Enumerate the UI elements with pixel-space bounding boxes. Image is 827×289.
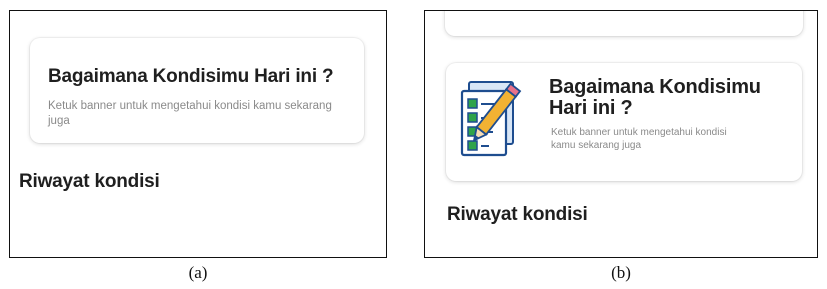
- figure-caption-a: (a): [188, 263, 208, 282]
- screenshot-panel-a: Bagaimana Kondisimu Hari ini ? Ketuk ban…: [9, 10, 387, 258]
- previous-card: [445, 11, 803, 36]
- banner-subtitle: Ketuk banner untuk mengetahui kondisi ka…: [48, 100, 332, 127]
- condition-history-heading: Riwayat kondisi: [19, 171, 160, 192]
- condition-check-banner[interactable]: Bagaimana Kondisimu Hari ini ? Ketuk ban…: [30, 38, 364, 143]
- banner-title: Bagaimana Kondisimu Hari ini ?: [549, 76, 761, 119]
- banner-title: Bagaimana Kondisimu Hari ini ?: [48, 66, 334, 87]
- condition-check-banner[interactable]: Bagaimana Kondisimu Hari ini ? Ketuk ban…: [446, 63, 802, 181]
- condition-history-heading: Riwayat kondisi: [447, 204, 588, 225]
- checklist-pencil-icon: [460, 81, 522, 157]
- screenshot-panel-b: Bagaimana Kondisimu Hari ini ? Ketuk ban…: [424, 10, 818, 258]
- figure-caption-b: (b): [611, 263, 631, 282]
- banner-subtitle: Ketuk banner untuk mengetahui kondisi ka…: [551, 127, 727, 151]
